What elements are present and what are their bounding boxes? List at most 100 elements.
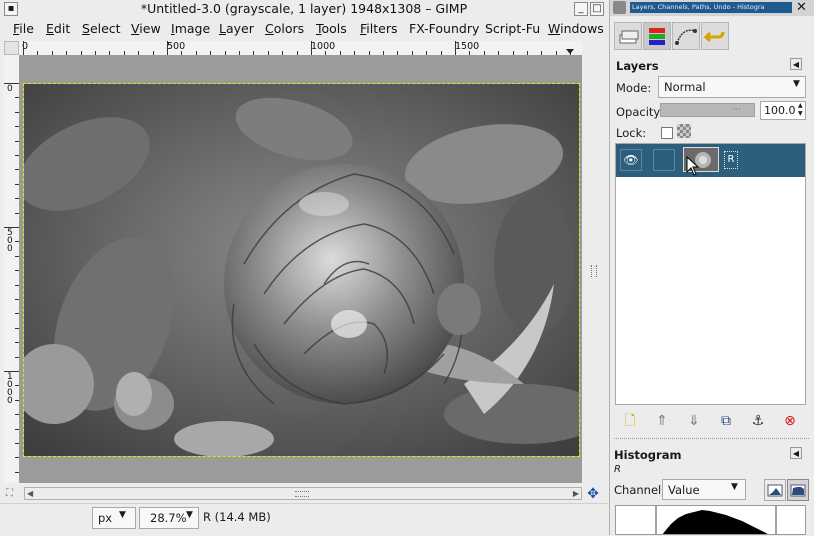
window-title: *Untitled-3.0 (grayscale, 1 layer) 1948x… (140, 1, 468, 16)
slider-grip: ··· (733, 105, 741, 114)
tab-undo[interactable] (701, 22, 729, 50)
opacity-spinbox[interactable]: 100.0 ▲ ▼ (760, 101, 806, 120)
undo-icon (703, 31, 725, 43)
image-canvas[interactable] (19, 55, 582, 483)
ruler-tick (23, 41, 24, 55)
gimp-logo-icon[interactable] (613, 1, 626, 14)
channel-label: Channel: (614, 483, 666, 497)
lock-label: Lock: (616, 126, 647, 140)
linear-histogram-icon (767, 484, 783, 497)
histogram-panel-title: Histogram (614, 448, 682, 462)
navigate-icon[interactable]: ✥ (586, 487, 600, 501)
image-window: ▪ *Untitled-3.0 (grayscale, 1 layer) 194… (0, 0, 608, 536)
menu-layer[interactable]: Layer (219, 21, 254, 36)
ruler-label: 1000 (7, 372, 13, 406)
horizontal-ruler[interactable]: 0 500 1000 1500 (19, 41, 582, 56)
mode-value: Normal (664, 80, 706, 94)
histogram-graph (655, 506, 777, 534)
raise-layer-icon[interactable]: ⇑ (653, 412, 671, 430)
dock-title-bar: Layers, Channels, Paths, Undo - Histogra… (610, 0, 814, 16)
new-layer-icon[interactable]: 🗋 (621, 412, 639, 430)
menu-view[interactable]: View (131, 21, 161, 36)
tab-channels[interactable] (643, 22, 671, 50)
layers-dock: Layers, Channels, Paths, Undo - Histogra… (609, 0, 814, 535)
layer-name[interactable]: R (724, 151, 738, 169)
chevron-down-icon: ▼ (119, 510, 126, 520)
scroll-right-icon[interactable]: ▶ (573, 489, 579, 498)
duplicate-layer-icon[interactable]: ⧉ (717, 412, 735, 430)
rose-image (24, 84, 579, 456)
close-icon[interactable]: ✕ (796, 0, 807, 15)
menu-file[interactable]: File (13, 21, 34, 36)
mouse-cursor-icon (686, 156, 700, 176)
chevron-down-icon: ▼ (186, 510, 193, 520)
visibility-eye-icon[interactable]: 👁 (620, 149, 642, 171)
chain-link-toggle[interactable] (653, 149, 675, 171)
ruler-label: 1500 (455, 41, 480, 52)
opacity-label: Opacity: (616, 105, 664, 119)
channels-icon (649, 28, 665, 45)
menu-image[interactable]: Image (171, 21, 210, 36)
pointer-marker-icon (566, 49, 574, 54)
photo-rose-grayscale[interactable] (23, 83, 580, 457)
opacity-value: 100.0 (764, 104, 796, 117)
layer-list[interactable]: 👁 R (615, 143, 806, 405)
opacity-slider[interactable]: ··· (660, 103, 755, 117)
tab-paths[interactable] (672, 22, 700, 50)
scroll-grip[interactable] (591, 265, 597, 277)
log-histogram-button[interactable] (787, 479, 809, 501)
mode-label: Mode: (616, 81, 652, 95)
menu-script-fu[interactable]: Script-Fu (485, 21, 540, 36)
panel-menu-icon[interactable]: ◀ (790, 58, 802, 70)
menu-filters[interactable]: Filters (360, 21, 397, 36)
scroll-grip[interactable] (295, 491, 309, 497)
chevron-down-icon: ▼ (793, 79, 800, 89)
ruler-tick (4, 227, 19, 228)
menu-colors[interactable]: Colors (265, 21, 304, 36)
mode-selector[interactable]: Normal ▼ (658, 76, 806, 98)
ruler-tick (167, 41, 168, 55)
quick-mask-toggle[interactable] (4, 41, 19, 55)
log-histogram-icon (790, 484, 806, 497)
lower-layer-icon[interactable]: ⇓ (685, 412, 703, 430)
linear-histogram-button[interactable] (764, 479, 786, 501)
unit-value: px (98, 511, 113, 525)
lock-pixels-checkbox[interactable] (661, 127, 673, 139)
scroll-left-icon[interactable]: ◀ (27, 489, 33, 498)
ruler-label: 500 (167, 41, 186, 52)
zoom-fit-icon[interactable]: ⛶ (6, 488, 18, 500)
maximize-icon[interactable]: □ (590, 2, 604, 16)
delete-layer-icon[interactable]: ⊗ (781, 412, 799, 430)
layer-row[interactable]: 👁 R (616, 144, 805, 177)
horizontal-scrollbar[interactable]: ◀ ▶ (24, 487, 582, 500)
layers-panel-title: Layers (616, 59, 659, 73)
ruler-tick (4, 83, 19, 84)
panel-menu-icon[interactable]: ◀ (790, 447, 802, 459)
ruler-label: 500 (7, 228, 13, 254)
histogram-drawable-name: R (614, 464, 621, 475)
ruler-tick (455, 41, 456, 55)
layers-stack-icon (619, 30, 639, 44)
channel-selector[interactable]: Value ▼ (662, 479, 746, 500)
spin-arrows-icon: ▲ ▼ (798, 102, 803, 117)
dock-divider[interactable] (614, 438, 809, 441)
vertical-scrollbar[interactable] (586, 55, 602, 483)
unit-selector[interactable]: px ▼ (92, 507, 136, 529)
status-bar: px ▼ 28.7% ▼ R (14.4 MB) (0, 503, 608, 536)
histogram-view[interactable] (615, 505, 806, 535)
vertical-ruler[interactable]: 0 500 1000 (4, 55, 20, 483)
lock-alpha-icon[interactable] (677, 124, 691, 138)
channel-value: Value (668, 483, 700, 497)
menu-tools[interactable]: Tools (316, 21, 347, 36)
menu-fx-foundry[interactable]: FX-Foundry (409, 21, 479, 36)
minimize-icon[interactable]: _ (574, 2, 588, 16)
zoom-selector[interactable]: 28.7% ▼ (139, 507, 199, 529)
ruler-label: 1000 (311, 41, 336, 52)
ruler-tick (311, 41, 312, 55)
dock-title: Layers, Channels, Paths, Undo - Histogra (630, 2, 792, 13)
menu-select[interactable]: Select (82, 21, 121, 36)
tab-layers[interactable] (614, 22, 642, 50)
menu-windows[interactable]: Windows (548, 21, 604, 36)
anchor-layer-icon[interactable]: ⚓ (749, 412, 767, 430)
menu-edit[interactable]: Edit (46, 21, 70, 36)
